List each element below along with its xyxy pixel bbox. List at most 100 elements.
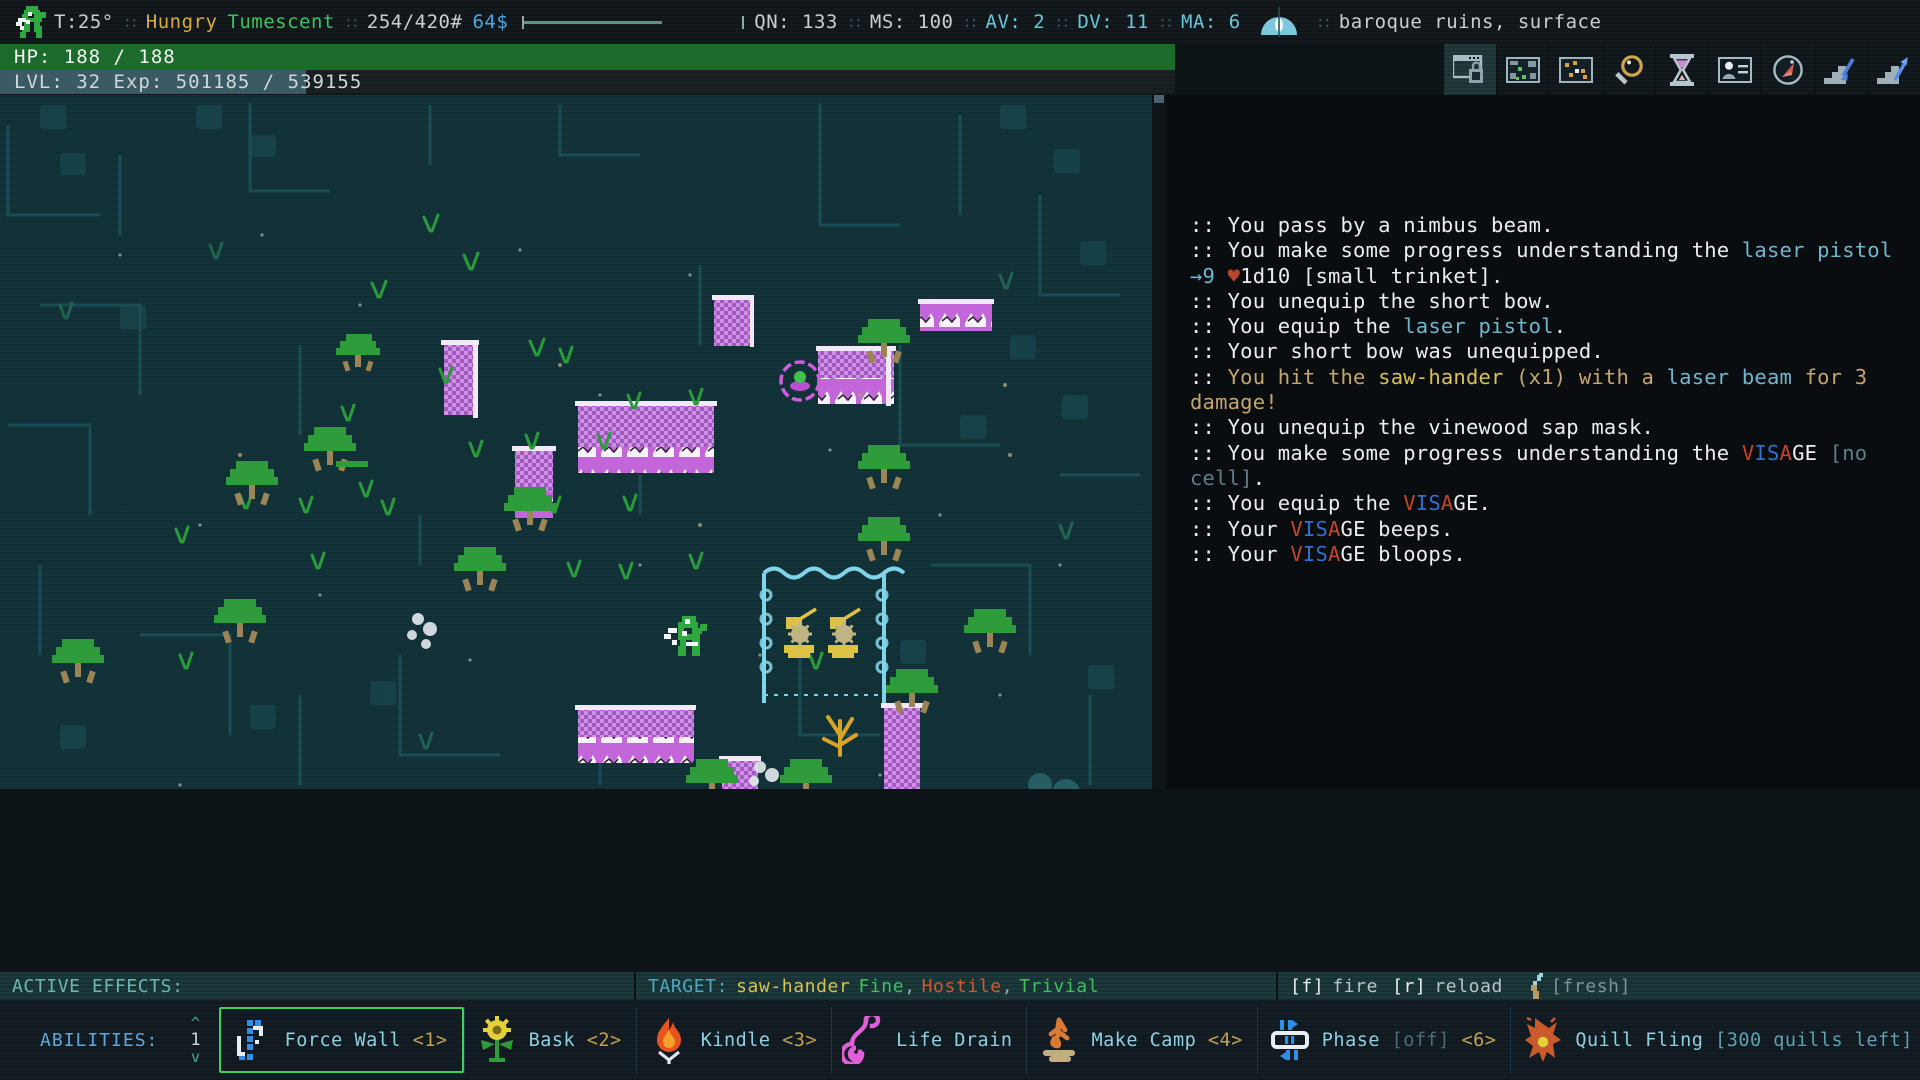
log-line: :: You make some progress understanding … (1190, 238, 1902, 289)
map-scrollbar[interactable] (1152, 95, 1166, 789)
message-log[interactable]: :: You pass by a nimbus beam.:: You make… (1190, 213, 1902, 567)
character-sheet-icon[interactable] (1708, 44, 1761, 96)
ammo-icon (1525, 973, 1547, 999)
ability-phase[interactable]: Phase [off] <6> (1256, 1007, 1511, 1073)
status-separator: :: (122, 13, 139, 31)
magnifier-icon[interactable] (1602, 44, 1655, 96)
log-segment: [small trinket]. (1290, 263, 1504, 288)
log-segment: laser beam (1666, 364, 1793, 389)
log-line: :: You unequip the vinewood sap mask. (1190, 415, 1902, 440)
ability-page-number: 1 (190, 1029, 201, 1050)
quickness-stat: QN: 133 (754, 11, 838, 33)
log-segment: You unequip the short bow. (1227, 288, 1554, 313)
log-segment: Your (1227, 516, 1291, 541)
log-segment: You hit the (1227, 364, 1379, 389)
log-segment: →9 (1190, 263, 1216, 288)
stairs-down-icon[interactable] (1814, 44, 1867, 96)
spiral-icon (839, 1011, 886, 1067)
flame-icon (647, 1016, 691, 1064)
log-segment: ♥ (1227, 263, 1241, 288)
log-segment: V (1741, 440, 1755, 465)
mood-status: Tumescent (227, 11, 335, 33)
ability-pager[interactable]: ^ 1 v (190, 1015, 201, 1065)
fire-key[interactable]: [f] (1278, 976, 1324, 997)
reload-label[interactable]: reload (1426, 976, 1503, 997)
log-segment: IS (1415, 491, 1441, 516)
reload-key[interactable]: [r] (1378, 976, 1426, 997)
log-segment: You make some progress understanding the (1227, 440, 1742, 465)
log-segment: bloops. (1365, 541, 1466, 566)
log-segment: saw-hander (1378, 364, 1504, 389)
flower-icon (475, 1016, 519, 1064)
force-wall-icon (231, 1016, 275, 1064)
ability-bask-label: Bask <2> (528, 1029, 622, 1051)
player-avatar[interactable] (8, 2, 54, 42)
log-segment: 1d10 (1240, 263, 1291, 288)
log-line: :: You hit the saw-hander (x1) with a la… (1190, 365, 1902, 416)
campfire-icon (1037, 1016, 1081, 1064)
toolbar (1443, 44, 1920, 96)
log-segment: . (1252, 465, 1266, 490)
log-segment: IS (1302, 516, 1328, 541)
top-status-bar: T:25° :: Hungry Tumescent :: 254/420# 64… (0, 0, 1920, 44)
log-segment: :: (1190, 339, 1228, 364)
game-map[interactable] (0, 95, 1152, 789)
log-segment: laser pistol (1741, 238, 1893, 263)
log-line: :: Your VISAGE beeps. (1190, 517, 1902, 542)
money-readout: 64$ (472, 11, 509, 33)
ability-kindle[interactable]: Kindle <3> (635, 1007, 831, 1073)
ability-quill-fling-label: Quill Fling [300 quills left] <7> (1575, 1029, 1913, 1051)
carry-weight: 254/420# (366, 11, 463, 33)
log-line: :: You make some progress understanding … (1190, 441, 1902, 492)
ammo-state: [fresh] (1551, 975, 1632, 997)
ability-force-wall[interactable]: Force Wall <1> (218, 1007, 464, 1073)
fire-label[interactable]: fire (1324, 976, 1378, 997)
status-row: ACTIVE EFFECTS: TARGET: saw-hander Fine … (0, 972, 1920, 1000)
log-segment: IS (1302, 541, 1328, 566)
hourglass-icon[interactable] (1655, 44, 1708, 96)
ability-life-drain[interactable]: Life Drain (831, 1007, 1026, 1073)
ability-quill-fling[interactable]: Quill Fling [300 quills left] <7> (1510, 1007, 1920, 1073)
progress-meter (522, 15, 745, 29)
log-line: :: You unequip the short bow. (1190, 289, 1902, 314)
stairs-up-icon[interactable] (1867, 44, 1920, 96)
target-name: saw-hander (736, 975, 851, 997)
local-map-icon[interactable] (1549, 44, 1602, 96)
ability-make-camp[interactable]: Make Camp <4> (1026, 1007, 1256, 1073)
log-segment: (x1) with a (1503, 364, 1667, 389)
log-segment: GE (1340, 541, 1366, 566)
log-segment: . (1553, 314, 1567, 339)
log-segment: You unequip the vinewood sap mask. (1227, 415, 1655, 440)
log-segment: laser pistol (1403, 314, 1554, 339)
map-scrollbar-thumb[interactable] (1154, 95, 1164, 103)
ma-stat: MA: 6 (1181, 11, 1241, 33)
target-bar: TARGET: saw-hander Fine , Hostile , Triv… (636, 972, 1278, 1000)
quill-icon (1521, 1016, 1565, 1064)
game-screen: T:25° :: Hungry Tumescent :: 254/420# 64… (0, 0, 1920, 1080)
ability-page-down-icon[interactable]: v (191, 1049, 200, 1065)
target-attitude: Hostile (921, 975, 1002, 997)
log-segment: A (1440, 491, 1454, 516)
log-line: :: You equip the VISAGE. (1190, 491, 1902, 516)
world-map-icon[interactable] (1496, 44, 1549, 96)
log-segment: V (1403, 491, 1416, 516)
log-segment: :: (1190, 415, 1228, 440)
target-difficulty: Trivial (1019, 975, 1100, 997)
log-segment: A (1779, 440, 1793, 465)
window-lock-icon[interactable] (1443, 44, 1496, 96)
xp-bar: LVL: 32 Exp: 501185 / 539155 (0, 70, 1175, 94)
ability-phase-label: Phase [off] <6> (1321, 1029, 1497, 1051)
log-segment: IS (1754, 440, 1780, 465)
log-segment: A (1328, 541, 1341, 566)
dv-stat: DV: 11 (1077, 11, 1149, 33)
ability-page-up-icon[interactable]: ^ (191, 1015, 200, 1031)
compass-icon[interactable] (1761, 44, 1814, 96)
log-segment: V (1290, 541, 1303, 566)
log-segment: beeps. (1365, 516, 1454, 541)
ability-bask[interactable]: Bask <2> (463, 1007, 636, 1073)
log-segment: GE (1340, 516, 1366, 541)
location-label: baroque ruins, surface (1338, 11, 1602, 33)
movespeed-stat: MS: 100 (869, 11, 954, 33)
log-segment: :: (1190, 213, 1228, 237)
hp-label: HP: 188 / 188 (14, 46, 176, 68)
